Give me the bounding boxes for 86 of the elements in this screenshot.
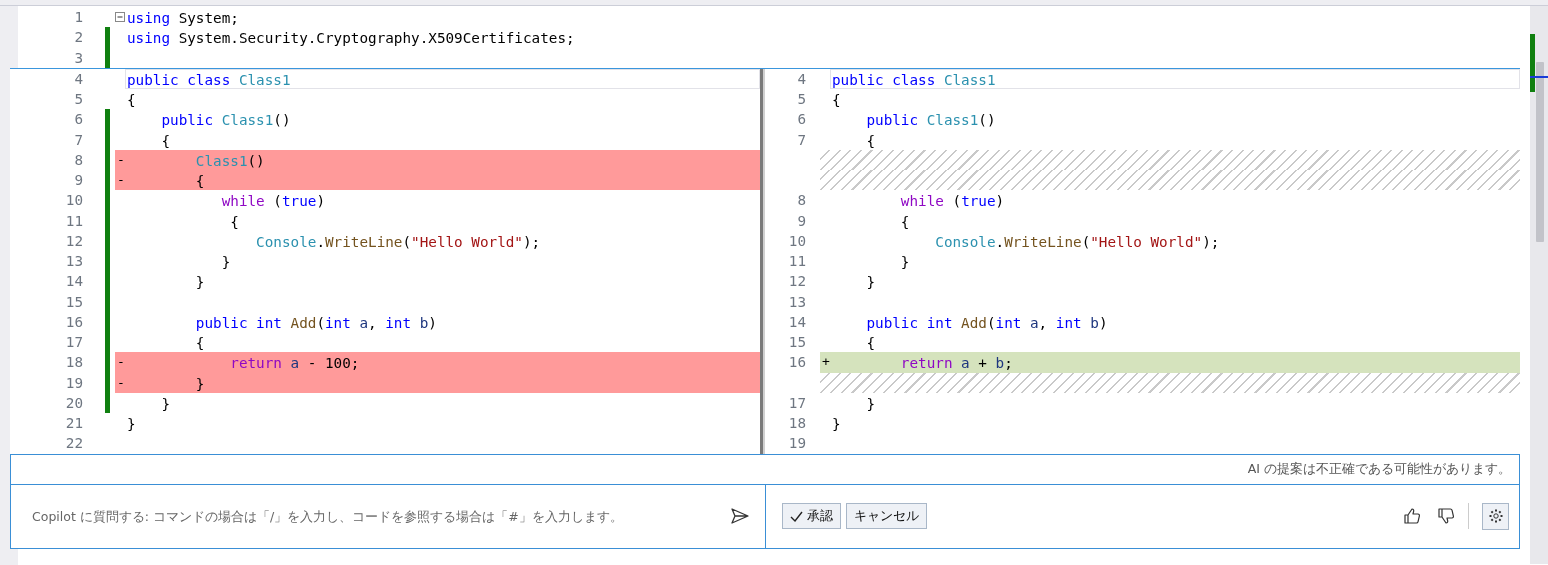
line-number: 10: [64, 191, 83, 211]
line-number: 14: [64, 272, 83, 292]
code-line: Console.WriteLine("Hello World");: [934, 232, 1221, 251]
code-line: }: [194, 273, 206, 292]
code-line: {: [160, 131, 172, 150]
code-line: public int Add(int a, int b): [194, 313, 438, 332]
code-line: }: [865, 273, 877, 292]
disclaimer-text: AI の提案は不正確である可能性があります。: [1247, 460, 1511, 478]
diff-marker: +: [821, 353, 831, 372]
code-line: }: [865, 394, 877, 413]
line-number: 6: [73, 110, 83, 130]
code-line: while (true): [220, 192, 326, 211]
gear-icon: [1487, 508, 1504, 525]
scrollbar[interactable]: [1530, 6, 1548, 564]
code-line: }: [831, 415, 842, 434]
thumbs-down-icon[interactable]: [1437, 507, 1455, 526]
thumbs-up-icon[interactable]: [1403, 507, 1421, 526]
line-number: 8: [796, 191, 806, 211]
line-number: 11: [64, 211, 83, 231]
code-line: using System.Security.Cryptography.X509Certificates;: [126, 29, 576, 48]
code-line: {: [865, 131, 877, 150]
line-number: 18: [787, 414, 806, 433]
line-number: 19: [787, 434, 806, 454]
line-number: 4: [73, 69, 83, 89]
code-line: using System;: [126, 9, 240, 28]
code-line: {: [194, 172, 206, 191]
code-line: return a + b;: [899, 354, 1014, 373]
line-number: 16: [64, 312, 83, 332]
code-line: {: [865, 334, 877, 353]
line-number: 17: [64, 333, 83, 352]
diff-marker: -: [116, 373, 126, 392]
line-number: 18: [64, 353, 83, 373]
line-number: 17: [787, 393, 806, 413]
code-line: {: [126, 91, 137, 110]
line-number: 13: [64, 252, 83, 271]
line-number: 7: [73, 130, 83, 150]
code-line: }: [160, 394, 172, 413]
code-line: return a - 100;: [229, 354, 361, 373]
code-line: Console.WriteLine("Hello World");: [255, 232, 542, 251]
cancel-button[interactable]: キャンセル: [846, 503, 927, 530]
line-number: 16: [787, 353, 806, 373]
line-number: 3: [73, 48, 83, 68]
line-number: 7: [796, 130, 806, 150]
line-number: 21: [64, 414, 83, 433]
line-number: 20: [64, 393, 83, 413]
code-line: Class1(): [194, 151, 266, 170]
line-number: 22: [64, 434, 83, 454]
diff-marker: -: [116, 171, 126, 189]
line-number: 10: [787, 231, 806, 251]
line-number: 15: [787, 333, 806, 352]
line-number: 9: [73, 171, 83, 190]
line-number: 15: [64, 292, 83, 312]
accept-button[interactable]: 承認: [782, 503, 841, 530]
code-line: while (true): [899, 192, 1006, 211]
code-line: {: [899, 212, 911, 231]
prompt-input[interactable]: Copilot に質問する: コマンドの場合は「/」を入力し、コードを参照する場合は「#」を入力します。: [30, 507, 723, 525]
code-line: }: [194, 374, 206, 393]
code-line: {: [194, 334, 206, 353]
line-number: 4: [796, 69, 806, 89]
code-line: public int Add(int a, int b): [865, 313, 1109, 332]
line-number: 19: [64, 373, 83, 393]
line-number: 12: [64, 231, 83, 251]
settings-button[interactable]: [1482, 502, 1509, 530]
send-icon[interactable]: [731, 508, 749, 525]
line-number: 12: [787, 272, 806, 292]
line-number: 5: [796, 90, 806, 109]
line-number: 13: [787, 292, 806, 312]
line-number: 11: [787, 252, 806, 271]
line-number: 9: [796, 211, 806, 231]
code-line: }: [220, 253, 232, 272]
diff-marker: -: [116, 150, 126, 169]
diff-marker: -: [116, 353, 126, 372]
line-number: 6: [796, 110, 806, 130]
check-icon: [790, 510, 803, 522]
code-line: public Class1(): [160, 111, 292, 130]
code-line: }: [899, 253, 911, 272]
code-line: {: [831, 91, 842, 110]
line-number: 8: [73, 150, 83, 170]
code-line: public Class1(): [865, 111, 997, 130]
line-number: 1: [73, 8, 83, 27]
code-line: }: [126, 415, 137, 434]
code-line: {: [229, 212, 240, 231]
collapse-icon[interactable]: [115, 12, 125, 23]
line-number: 2: [73, 28, 83, 48]
line-number: 14: [787, 312, 806, 332]
line-number: 5: [73, 90, 83, 109]
